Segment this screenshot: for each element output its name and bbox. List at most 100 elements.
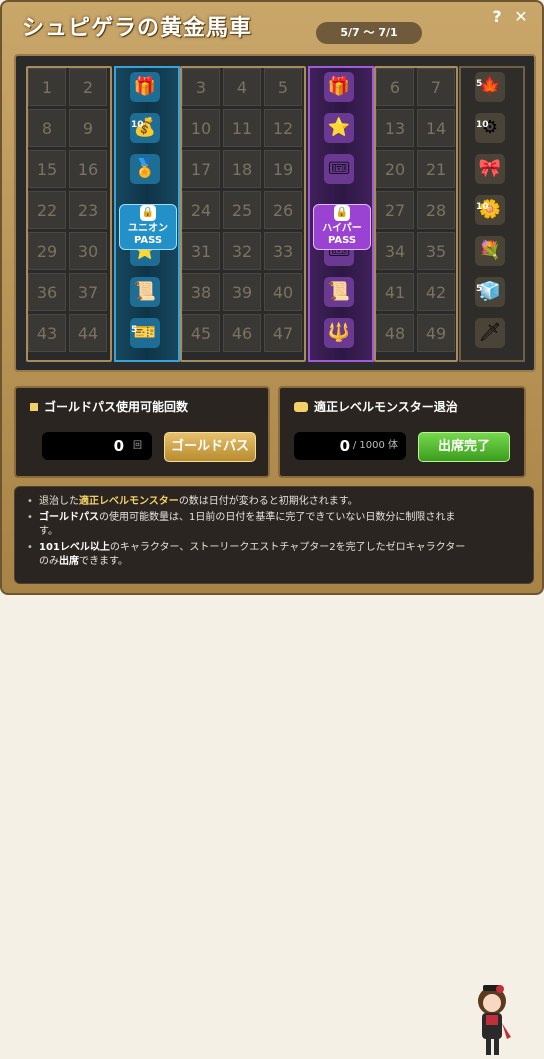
day-cell: 30 xyxy=(69,232,107,270)
day-cell: 13 xyxy=(376,109,414,147)
day-cell: 21 xyxy=(417,150,455,188)
day-cell: 10 xyxy=(182,109,220,147)
scroll-icon: 📜 xyxy=(130,277,160,307)
exp-icon: ⭐ xyxy=(324,113,354,143)
info-box: 退治した適正レベルモンスターの数は日付が変わると初期化されます。 ゴールドパスの… xyxy=(14,486,534,1055)
day-cell: 39 xyxy=(223,273,261,311)
day-cell: 24 xyxy=(182,191,220,229)
gold-pass-count-field: 0 回 xyxy=(42,432,152,460)
monster-count-field: 0 / 1000 体 xyxy=(294,432,406,460)
day-cell: 18 xyxy=(223,150,261,188)
coupon-icon: 🎟 xyxy=(324,154,354,184)
day-cell: 11 xyxy=(223,109,261,147)
day-cell: 29 xyxy=(28,232,66,270)
day-cell: 48 xyxy=(376,314,414,352)
day-cell: 25 xyxy=(223,191,261,229)
bouquet-icon: 💐 xyxy=(475,236,505,266)
day-cell: 15 xyxy=(28,150,66,188)
day-cell: 9 xyxy=(69,109,107,147)
day-cell: 5 xyxy=(264,68,302,106)
day-cell: 17 xyxy=(182,150,220,188)
maple-leaf-icon: 🍁 5 xyxy=(475,72,505,102)
day-cell: 2 xyxy=(69,68,107,106)
medal-icon: 🏅 xyxy=(130,154,160,184)
info-line-3: 101レベル以上のキャラクター、ストーリークエストチャプター2を完了したゼロキャ… xyxy=(27,541,469,569)
day-cell: 43 xyxy=(28,314,66,352)
hyper-lock-label-1: ハイパー xyxy=(322,223,362,234)
flower-icon: 🌼 10 xyxy=(475,195,505,225)
day-cell: 26 xyxy=(264,191,302,229)
gold-pass-button[interactable]: ゴールドパス xyxy=(164,432,256,462)
attendance-complete-button[interactable]: 出席完了 xyxy=(418,432,510,462)
reward-count: 10 xyxy=(476,202,489,212)
day-cell: 22 xyxy=(28,191,66,229)
monster-panel: 適正レベルモンスター退治 0 / 1000 体 出席完了 xyxy=(278,386,526,478)
hyper-lock-label-2: PASS xyxy=(327,235,357,246)
day-cell: 46 xyxy=(223,314,261,352)
day-cell: 3 xyxy=(182,68,220,106)
gold-chariot-window: シュピゲラの黄金馬車 5/7 ～ 7/1 ? ✕ 1 2 8 9 15 16 22 23 29 3… xyxy=(0,0,544,1055)
day-cell: 45 xyxy=(182,314,220,352)
lock-icon: 🔒 xyxy=(140,205,156,221)
character-avatar xyxy=(478,985,511,1055)
day-cell: 33 xyxy=(264,232,302,270)
reward-count: 5 xyxy=(476,284,483,294)
reward-count: 5 xyxy=(131,325,138,335)
staff-icon: 🔱 xyxy=(324,318,354,348)
day-cell: 19 xyxy=(264,150,302,188)
help-icon[interactable]: ? xyxy=(488,8,506,26)
day-cell: 49 xyxy=(417,314,455,352)
day-cell: 37 xyxy=(69,273,107,311)
day-cell: 34 xyxy=(376,232,414,270)
gear-icon: ⚙ 10 xyxy=(475,113,505,143)
info-line-2: ゴールドパスの使用可能数量は、1日前の日付を基準に完了できていない日数分に制限さ… xyxy=(27,511,469,539)
gift-box-icon: 🎀 xyxy=(475,154,505,184)
attendance-board: 1 2 8 9 15 16 22 23 29 30 36 37 43 44 3 4 5 10 11 12 17 18 19 2… xyxy=(14,54,536,372)
day-cell: 6 xyxy=(376,68,414,106)
day-cell: 41 xyxy=(376,273,414,311)
day-cell: 7 xyxy=(417,68,455,106)
info-line-1: 退治した適正レベルモンスターの数は日付が変わると初期化されます。 xyxy=(27,495,469,509)
day-cell: 1 xyxy=(28,68,66,106)
day-cell: 4 xyxy=(223,68,261,106)
reward-count: 10 xyxy=(131,120,144,130)
day-cell: 32 xyxy=(223,232,261,270)
day-cell: 40 xyxy=(264,273,302,311)
chest-icon: 🎁 xyxy=(130,72,160,102)
day-cell: 38 xyxy=(182,273,220,311)
day-cell: 44 xyxy=(69,314,107,352)
day-cell: 36 xyxy=(28,273,66,311)
monster-title: 適正レベルモンスター退治 xyxy=(294,398,458,415)
date-range: 5/7 ～ 7/1 xyxy=(316,22,422,44)
close-icon[interactable]: ✕ xyxy=(512,8,530,26)
scroll-icon: 📜 xyxy=(324,277,354,307)
cat-icon xyxy=(294,402,308,412)
day-cell: 23 xyxy=(69,191,107,229)
ticket-icon: 🎫 5 xyxy=(130,318,160,348)
reward-count: 10 xyxy=(476,120,489,130)
day-cell: 20 xyxy=(376,150,414,188)
day-cell: 14 xyxy=(417,109,455,147)
day-cell: 28 xyxy=(417,191,455,229)
gold-pass-panel: ゴールドパス使用可能回数 0 回 ゴールドパス xyxy=(14,386,270,478)
coin-bag-icon: 💰 10 xyxy=(130,113,160,143)
gold-pass-title: ゴールドパス使用可能回数 xyxy=(30,398,188,415)
day-cell: 31 xyxy=(182,232,220,270)
pink-chest-icon: 🎁 xyxy=(324,72,354,102)
union-lock-label-2: PASS xyxy=(133,235,163,246)
window-title: シュピゲラの黄金馬車 xyxy=(22,16,253,41)
day-cell: 8 xyxy=(28,109,66,147)
day-cell: 42 xyxy=(417,273,455,311)
cube-icon: 🧊 5 xyxy=(475,277,505,307)
day-cell: 16 xyxy=(69,150,107,188)
day-cell: 27 xyxy=(376,191,414,229)
union-pass-lock[interactable]: 🔒 ユニオン PASS xyxy=(119,204,177,250)
reward-count: 5 xyxy=(476,79,483,89)
sword-icon: 🗡 xyxy=(475,318,505,348)
day-cell: 12 xyxy=(264,109,302,147)
square-icon xyxy=(30,403,38,411)
hyper-pass-lock[interactable]: 🔒 ハイパー PASS xyxy=(313,204,371,250)
union-lock-label-1: ユニオン xyxy=(128,223,168,234)
day-cell: 47 xyxy=(264,314,302,352)
lock-icon: 🔒 xyxy=(334,205,350,221)
